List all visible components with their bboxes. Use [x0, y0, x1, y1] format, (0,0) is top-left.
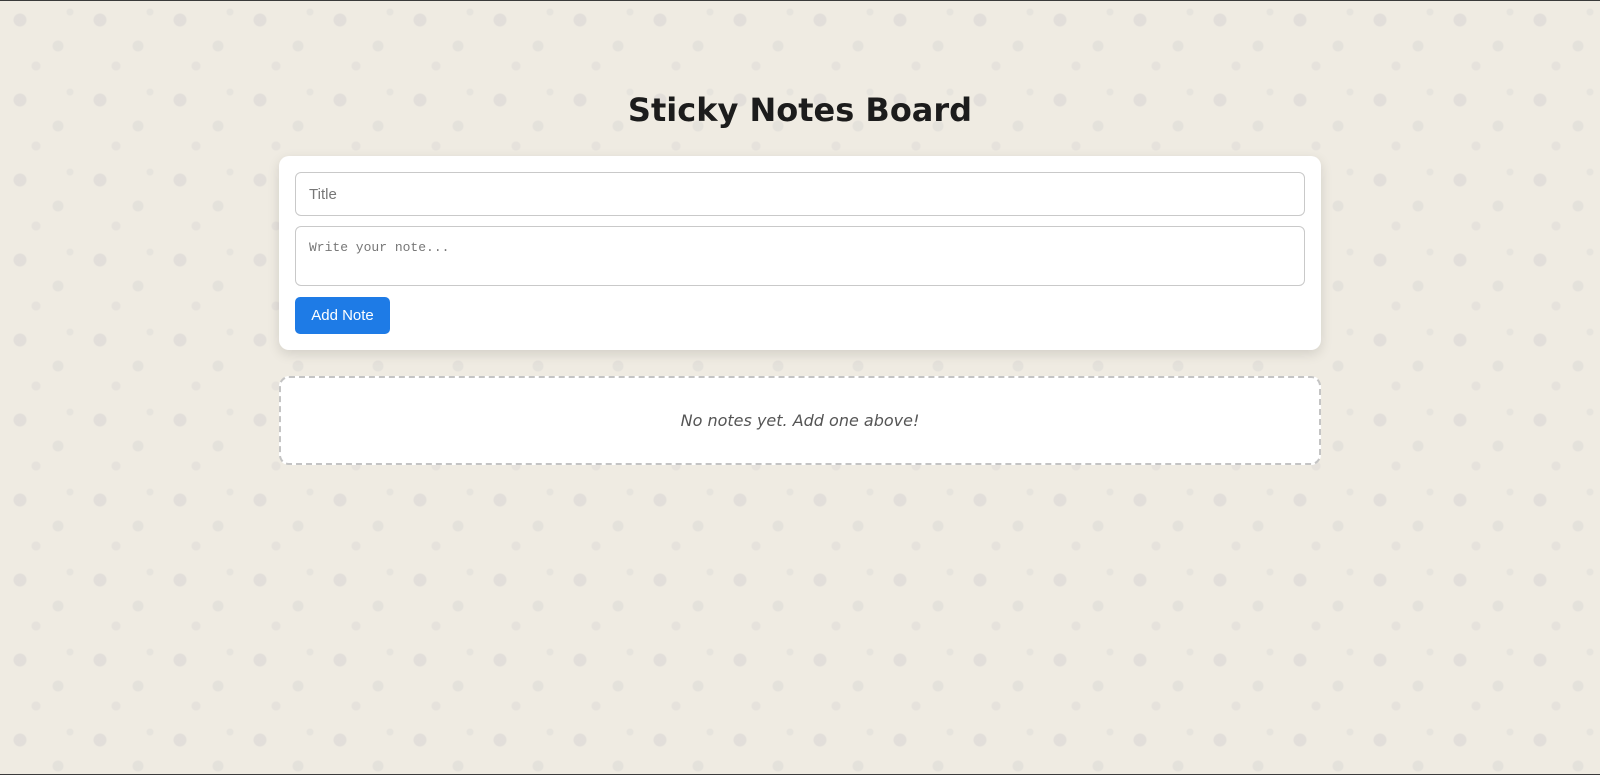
empty-notes-message: No notes yet. Add one above!: [680, 411, 920, 430]
title-input[interactable]: [295, 172, 1305, 216]
note-form-card: Add Note: [279, 156, 1321, 350]
page-title: Sticky Notes Board: [627, 91, 973, 129]
note-textarea[interactable]: [295, 226, 1305, 286]
notes-container: No notes yet. Add one above!: [279, 376, 1321, 465]
add-note-button[interactable]: Add Note: [295, 297, 390, 334]
